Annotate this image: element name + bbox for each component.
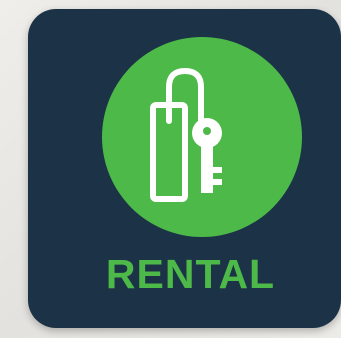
rental-label: RENTAL bbox=[105, 251, 276, 297]
key-tag-icon bbox=[150, 68, 222, 202]
